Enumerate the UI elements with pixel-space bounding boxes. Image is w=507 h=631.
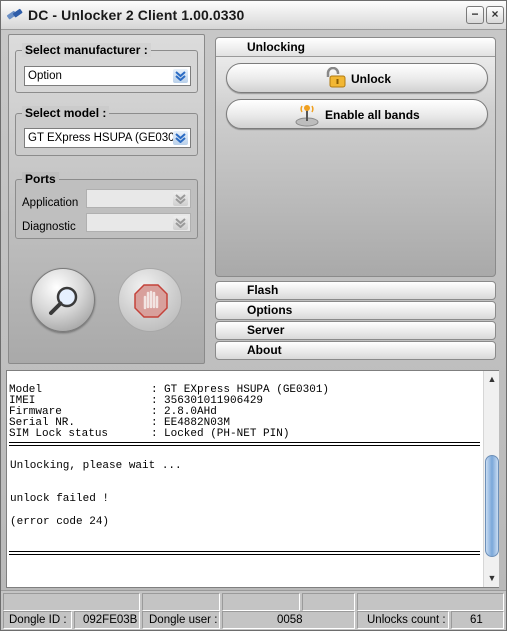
dongle-id-cell: Dongle ID : xyxy=(3,611,72,629)
application-port-select[interactable] xyxy=(86,189,191,208)
device-selection-panel: Select manufacturer : Option Select mode… xyxy=(8,34,205,364)
log-separator xyxy=(9,551,480,555)
unlocks-count-value-cell: 61 xyxy=(451,611,504,629)
antenna-icon xyxy=(295,105,319,127)
tab-options[interactable]: Options xyxy=(215,301,496,320)
minimize-button[interactable]: − xyxy=(466,6,484,24)
chevron-down-icon[interactable] xyxy=(173,131,188,145)
close-button[interactable]: × xyxy=(486,6,504,24)
unlocks-count-cell: Unlocks count : xyxy=(357,611,449,629)
tab-about[interactable]: About xyxy=(215,341,496,360)
ports-label: Ports xyxy=(22,172,59,186)
scrollbar-thumb[interactable] xyxy=(485,455,499,557)
log-line: (error code 24) xyxy=(10,516,110,528)
tab-server[interactable]: Server xyxy=(215,321,496,340)
chevron-down-icon[interactable] xyxy=(173,216,188,230)
status-cell xyxy=(302,593,355,611)
stop-hand-icon xyxy=(134,284,168,318)
tab-flash[interactable]: Flash xyxy=(215,281,496,300)
manufacturer-group: Select manufacturer : Option xyxy=(15,43,198,93)
dongle-id-value-cell: 092FE03B xyxy=(74,611,140,629)
enable-all-bands-button[interactable]: Enable all bands xyxy=(226,99,488,129)
unlocks-count-label: Unlocks count : xyxy=(367,614,446,626)
dongle-user-cell: Dongle user : xyxy=(142,611,220,629)
unlocking-panel: Unlocking Unlock Enable all bands xyxy=(215,37,496,277)
model-value: GT EXpress HSUPA (GE0301) xyxy=(28,132,185,144)
info-key: SIM Lock status xyxy=(9,428,109,440)
model-select[interactable]: GT EXpress HSUPA (GE0301) xyxy=(24,128,191,148)
status-cell xyxy=(357,593,504,611)
magnifier-icon xyxy=(49,286,78,315)
app-logo-icon xyxy=(6,8,23,20)
detect-button[interactable] xyxy=(31,268,95,332)
enable-all-bands-label: Enable all bands xyxy=(325,108,420,122)
app-window: DC - Unlocker 2 Client 1.00.0330 − × Sel… xyxy=(0,0,507,631)
title-bar[interactable]: DC - Unlocker 2 Client 1.00.0330 − × xyxy=(1,1,506,30)
stop-button[interactable] xyxy=(118,268,182,332)
dongle-user-value: 0058 xyxy=(277,614,303,626)
log-line: Unlocking, please wait ... xyxy=(10,460,182,472)
unlocks-count-value: 61 xyxy=(470,614,483,626)
scroll-down-icon[interactable]: ▼ xyxy=(485,571,499,585)
manufacturer-label: Select manufacturer : xyxy=(22,43,151,57)
manufacturer-value: Option xyxy=(28,70,62,82)
chevron-down-icon[interactable] xyxy=(173,69,188,83)
ports-group: Ports Application Diagnostic xyxy=(15,172,198,239)
model-group: Select model : GT EXpress HSUPA (GE0301) xyxy=(15,106,198,156)
chevron-down-icon[interactable] xyxy=(173,192,188,206)
status-cell xyxy=(222,593,300,611)
log-text: Model: GT EXpress HSUPA (GE0301) IMEI:356… xyxy=(7,371,481,587)
model-label: Select model : xyxy=(22,106,110,120)
log-separator xyxy=(9,442,480,446)
diagnostic-port-select[interactable] xyxy=(86,213,191,232)
status-bar: Dongle ID : 092FE03B Dongle user : 0058 … xyxy=(1,590,506,630)
dongle-id-value: 092FE03B xyxy=(83,614,138,626)
info-row-simlock: SIM Lock status: Locked (PH-NET PIN) xyxy=(9,416,289,440)
log-output[interactable]: Model: GT EXpress HSUPA (GE0301) IMEI:356… xyxy=(6,370,499,588)
padlock-icon xyxy=(326,67,346,88)
unlock-label: Unlock xyxy=(351,72,392,86)
unlock-button[interactable]: Unlock xyxy=(226,63,488,93)
unlocking-header[interactable]: Unlocking xyxy=(216,38,495,57)
log-line: unlock failed ! xyxy=(10,493,110,505)
window-title: DC - Unlocker 2 Client 1.00.0330 xyxy=(28,7,245,23)
dongle-id-label: Dongle ID : xyxy=(9,614,67,626)
scroll-up-icon[interactable]: ▲ xyxy=(485,372,499,386)
info-colon: : xyxy=(151,428,158,440)
dongle-user-label: Dongle user : xyxy=(149,614,218,626)
info-value: Locked (PH-NET PIN) xyxy=(164,428,290,440)
status-cell xyxy=(3,593,140,611)
dongle-user-value-cell: 0058 xyxy=(222,611,355,629)
diagnostic-port-label: Diagnostic xyxy=(22,221,76,233)
log-scrollbar[interactable]: ▲ ▼ xyxy=(483,371,499,587)
manufacturer-select[interactable]: Option xyxy=(24,66,191,86)
application-port-label: Application xyxy=(22,197,79,209)
status-cell xyxy=(142,593,220,611)
